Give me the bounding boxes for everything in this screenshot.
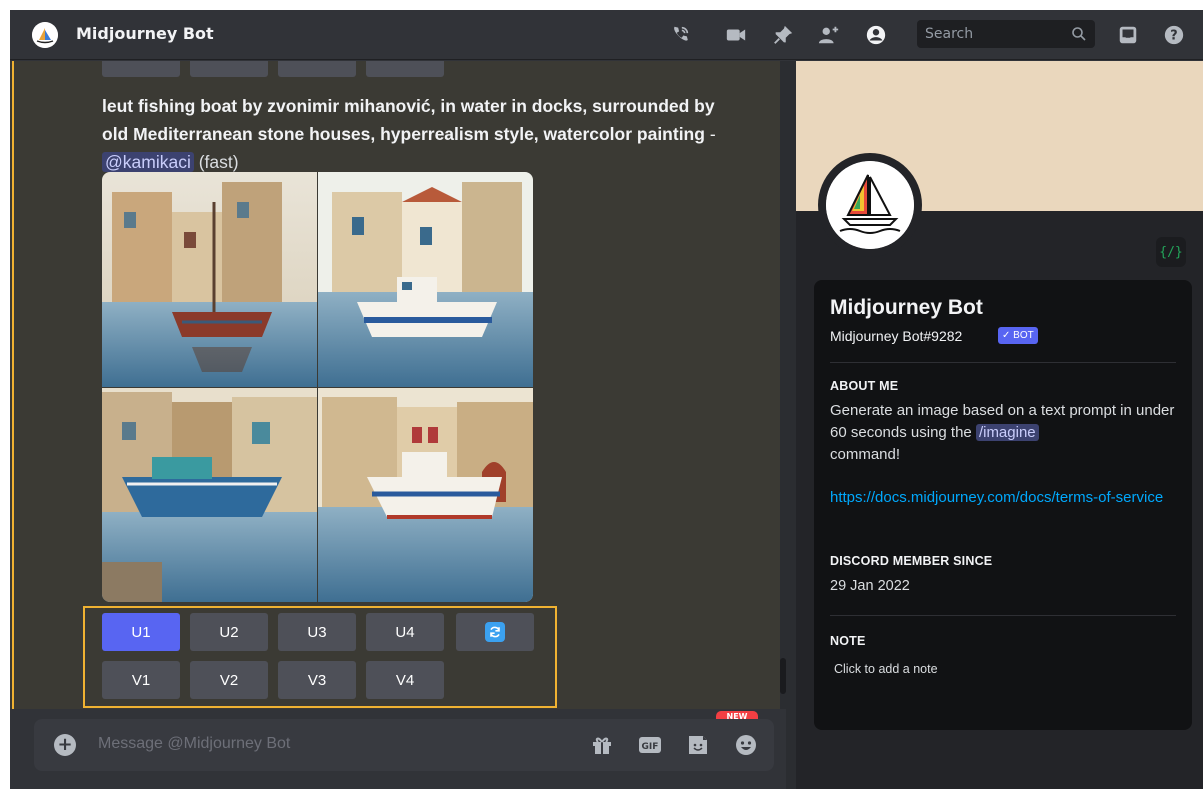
reroll-button[interactable] — [456, 613, 534, 651]
image-variant-1 — [102, 172, 317, 387]
imagine-command[interactable]: /imagine — [975, 424, 1039, 441]
about-me-heading: ABOUT ME — [830, 379, 899, 393]
variation-2-button[interactable]: V2 — [190, 661, 268, 699]
user-mention[interactable]: @kamikaci — [102, 152, 194, 172]
image-variant-4 — [318, 388, 533, 602]
video-call-icon[interactable] — [723, 22, 749, 48]
active-developer-badge[interactable]: {/} — [1156, 237, 1186, 267]
bot-avatar[interactable] — [32, 22, 58, 48]
help-icon[interactable]: ? — [1161, 22, 1187, 48]
title-bar: Midjourney Bot Search ? — [10, 10, 1203, 60]
previous-button-partial[interactable] — [366, 61, 444, 77]
image-variant-3 — [102, 388, 317, 602]
emoji-icon[interactable] — [734, 733, 758, 757]
highlight-accent-bar — [12, 61, 14, 709]
variation-4-button[interactable]: V4 — [366, 661, 444, 699]
discord-window: Midjourney Bot Search ? leut fishing boa… — [10, 10, 1203, 789]
add-friends-icon[interactable] — [816, 22, 842, 48]
user-profile-panel: {/} Midjourney Bot Midjourney Bot#9282 ✓… — [796, 61, 1203, 789]
profile-avatar[interactable] — [826, 161, 914, 249]
attach-plus-icon[interactable]: + — [54, 734, 76, 756]
channel-title: Midjourney Bot — [76, 24, 214, 43]
upscale-4-button[interactable]: U4 — [366, 613, 444, 651]
pin-icon[interactable] — [770, 22, 796, 48]
sticker-icon[interactable] — [686, 733, 710, 757]
profile-card: Midjourney Bot Midjourney Bot#9282 ✓ BOT… — [814, 280, 1192, 730]
prompt-separator: - — [704, 124, 716, 144]
about-me-text: Generate an image based on a text prompt… — [830, 400, 1176, 466]
message-input[interactable]: Message @Midjourney Bot — [98, 735, 290, 753]
image-variant-2 — [318, 172, 533, 387]
speed-mode: (fast) — [198, 152, 239, 172]
note-heading: NOTE — [830, 634, 866, 648]
bot-badge: ✓ BOT — [998, 327, 1038, 344]
message-composer: + Message @Midjourney Bot GIF — [34, 719, 774, 771]
note-input[interactable]: Click to add a note — [834, 662, 938, 676]
card-divider — [830, 362, 1176, 363]
upscale-2-button[interactable]: U2 — [190, 613, 268, 651]
reroll-icon — [485, 622, 505, 642]
card-divider — [830, 615, 1176, 616]
member-since-date: 29 Jan 2022 — [830, 578, 910, 594]
svg-text:?: ? — [1170, 29, 1177, 44]
search-input[interactable]: Search — [917, 20, 1095, 48]
previous-button-partial[interactable] — [190, 61, 268, 77]
panel-divider — [786, 61, 796, 789]
gift-icon[interactable] — [590, 733, 614, 757]
profile-username-tag: Midjourney Bot#9282 — [830, 328, 963, 344]
search-placeholder: Search — [925, 26, 974, 42]
generated-image-grid[interactable] — [102, 172, 533, 602]
search-icon — [1072, 27, 1086, 41]
variation-3-button[interactable]: V3 — [278, 661, 356, 699]
user-profile-icon[interactable] — [863, 22, 889, 48]
prompt-text: leut fishing boat by zvonimir mihanović,… — [102, 96, 715, 144]
variation-1-button[interactable]: V1 — [102, 661, 180, 699]
previous-button-partial[interactable] — [278, 61, 356, 77]
profile-display-name: Midjourney Bot — [830, 296, 983, 319]
terms-of-service-link[interactable]: https://docs.midjourney.com/docs/terms-o… — [830, 487, 1176, 509]
gif-icon[interactable]: GIF — [638, 733, 662, 757]
svg-text:GIF: GIF — [642, 742, 659, 752]
upscale-1-button[interactable]: U1 — [102, 613, 180, 651]
voice-call-icon[interactable] — [667, 22, 693, 48]
about-text-part: command! — [830, 446, 901, 463]
message-content: leut fishing boat by zvonimir mihanović,… — [102, 92, 742, 176]
inbox-icon[interactable] — [1115, 22, 1141, 48]
previous-button-partial[interactable] — [102, 61, 180, 77]
upscale-3-button[interactable]: U3 — [278, 613, 356, 651]
member-since-heading: DISCORD MEMBER SINCE — [830, 554, 993, 568]
